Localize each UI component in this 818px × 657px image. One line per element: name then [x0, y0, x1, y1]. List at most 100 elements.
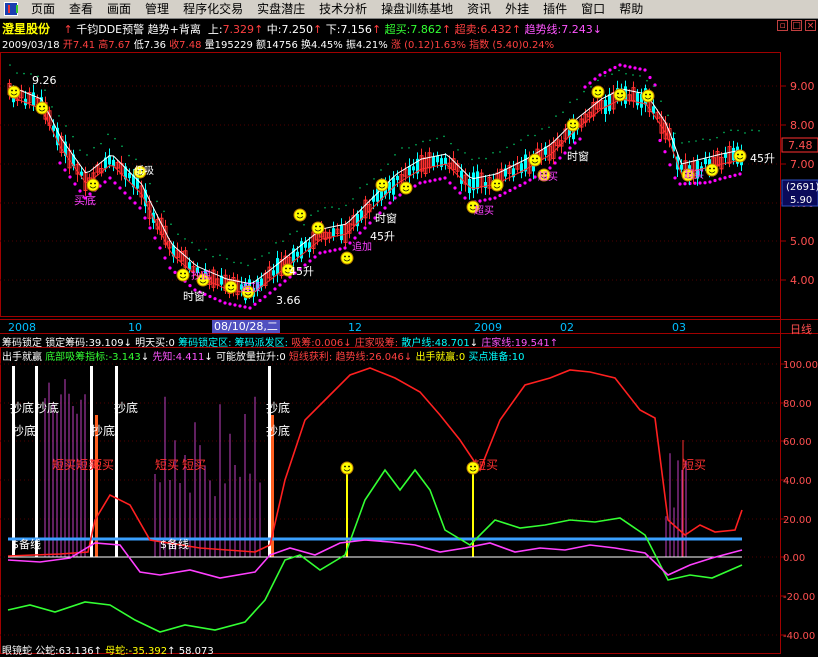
resistance-dot — [282, 240, 284, 242]
resistance-dot — [562, 111, 564, 113]
price-and-indicator-chart[interactable]: 9.008.007.006.005.004.00 9.263.66买底时窗时窗时… — [0, 0, 818, 654]
resistance-dot — [317, 210, 319, 212]
resistance-dot — [240, 262, 242, 264]
resistance-dot — [149, 182, 151, 185]
bottom-label: 抄底 — [10, 400, 34, 415]
resistance-dot — [359, 187, 361, 189]
support-dot — [628, 65, 632, 69]
support-dot — [248, 306, 252, 310]
timing-label: 时窗 — [567, 149, 589, 163]
candle-body-down — [472, 172, 475, 191]
smiley-icon — [490, 178, 504, 192]
smiley-eye — [474, 465, 476, 468]
resistance-dot — [611, 73, 613, 75]
cobra-title[interactable]: 眼镜蛇 — [2, 646, 32, 657]
resistance-dot — [303, 223, 305, 226]
support-dot — [268, 291, 272, 295]
resistance-dot — [513, 143, 515, 146]
support-dot — [603, 70, 607, 75]
resistance-dot — [51, 106, 53, 108]
resistance-dot — [86, 154, 88, 156]
smiley-eye — [570, 122, 572, 125]
resistance-dot — [541, 128, 543, 130]
down-arrow-icon: ↓ — [204, 352, 213, 363]
support-dot — [133, 201, 137, 205]
resistance-dot — [401, 147, 403, 149]
support-dot — [733, 173, 737, 177]
resistance-dot — [723, 131, 725, 134]
bottom-label: 抄底 — [35, 400, 59, 415]
sub2-profit-label: 短线获利: — [288, 352, 333, 363]
super-buy-label: 超买 — [474, 204, 494, 217]
support-dot — [313, 255, 317, 259]
sub2-ready-label: 买点准备: — [468, 352, 512, 363]
period-selector[interactable]: 日线 — [790, 321, 812, 337]
smiley-eye — [737, 153, 739, 156]
sub2-bottom-value: -3.143 — [108, 352, 141, 363]
resistance-dot — [471, 158, 473, 161]
resistance-dot — [415, 143, 417, 146]
resistance-dot — [744, 132, 746, 134]
smiley-eye — [407, 185, 409, 188]
support-dot — [263, 295, 267, 299]
smiley-eye — [617, 92, 619, 95]
sub2-prophet-label: 先知: — [152, 352, 176, 363]
short-buy-label: 短买 — [182, 458, 206, 472]
support-dot — [118, 186, 122, 190]
resistance-dot — [716, 136, 718, 139]
bottom-buy-label: 抄底 — [191, 269, 211, 282]
support-dot — [638, 67, 642, 71]
smiley-eye — [315, 225, 317, 228]
resistance-dot — [758, 129, 760, 132]
resistance-dot — [72, 135, 74, 138]
smiley-eye — [532, 157, 534, 160]
resistance-dot — [380, 169, 382, 171]
resistance-dot — [387, 163, 389, 165]
smiley-eye — [741, 153, 743, 156]
candle-body-down — [484, 182, 487, 188]
resistance-dot — [198, 249, 200, 251]
candlestick-series — [7, 79, 743, 304]
smiley-icon — [399, 181, 413, 195]
up-arrow-icon: ↑ — [93, 646, 102, 657]
date-cursor-label[interactable]: 08/10/28,二 — [212, 320, 280, 333]
cobra-row: 眼镜蛇 公蛇:63.136↑ 母蛇:-35.392↑ 58.073 — [2, 642, 782, 657]
support-dot — [613, 65, 617, 70]
support-dot — [213, 297, 217, 301]
date-label-12: 12 — [348, 321, 362, 334]
resistance-dot — [492, 151, 494, 154]
support-dot — [508, 188, 512, 193]
candle-body-down — [32, 92, 35, 106]
bottom-label: 抄底 — [266, 400, 290, 415]
resistance-dot — [576, 98, 578, 101]
resistance-dot — [436, 137, 438, 140]
sub2-title[interactable]: 出手就赢 — [2, 352, 42, 363]
support-dot — [328, 249, 332, 253]
pullback-label: 低吸 — [134, 164, 154, 177]
short-buy-label: 短买 — [90, 458, 114, 472]
smiley-eye — [232, 284, 234, 287]
price-tick-label: 4.00 — [790, 274, 815, 287]
rise-45-label: 45升 — [750, 152, 775, 165]
candle-body-down — [444, 157, 447, 165]
smiley-icon — [176, 268, 190, 282]
support-dot — [453, 186, 457, 190]
support-dot — [583, 85, 587, 89]
resistance-dot — [632, 74, 634, 76]
smiley-eye — [595, 89, 597, 92]
support-dot — [708, 180, 712, 184]
resistance-dot — [443, 135, 445, 138]
smiley-eye — [379, 182, 381, 185]
resistance-dot — [660, 100, 662, 103]
smiley-icon — [375, 178, 389, 192]
support-dot — [273, 287, 277, 291]
smiley-icon — [528, 153, 542, 167]
smiley-face — [293, 208, 307, 222]
candle-body-down — [296, 251, 299, 257]
resistance-dot — [310, 214, 312, 217]
smiley-eye — [645, 93, 647, 96]
support-dot — [363, 226, 367, 230]
resistance-dot — [653, 85, 655, 88]
support-dot — [243, 305, 247, 309]
support-dot — [418, 181, 422, 185]
